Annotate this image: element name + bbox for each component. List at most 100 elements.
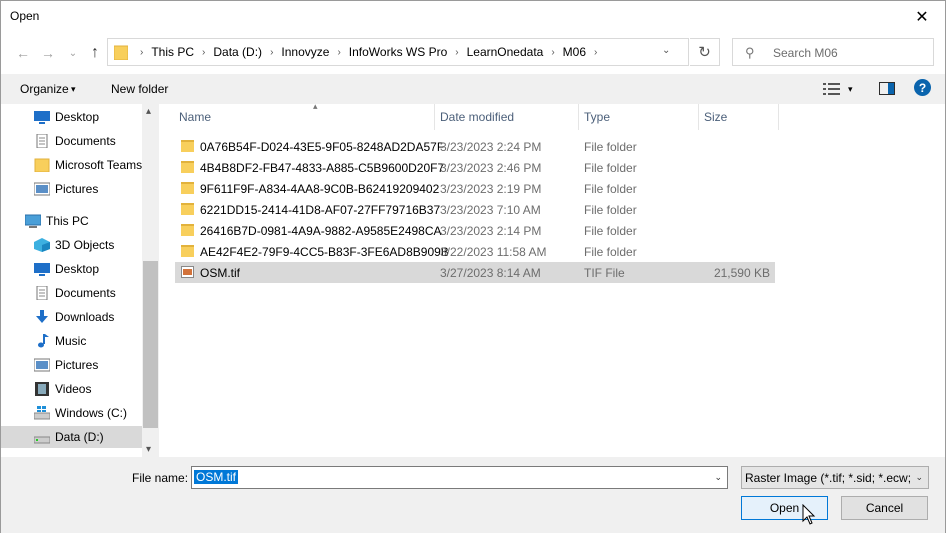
file-row[interactable]: 26416B7D-0981-4A9A-9882-A9585E2498CA 3/2…: [175, 220, 775, 241]
forward-arrow-icon[interactable]: →: [38, 43, 58, 63]
chevron-down-icon[interactable]: ⌄: [714, 472, 722, 483]
command-bar: Organize ▾ New folder ▾ ?: [1, 74, 945, 104]
breadcrumb-learnonedata[interactable]: LearnOnedata: [467, 45, 544, 59]
close-icon[interactable]: ✕: [899, 1, 945, 33]
desktop-icon: [34, 263, 50, 276]
sidebar-item-microsoft-teams[interactable]: Microsoft Teams: [34, 154, 142, 176]
sidebar-item-music[interactable]: Music: [34, 330, 86, 352]
file-row[interactable]: AE42F4E2-79F9-4CC5-B83F-3FE6AD8B909B 3/2…: [175, 241, 775, 262]
column-header-size[interactable]: Size: [699, 104, 779, 130]
chevron-right-icon[interactable]: ›: [551, 47, 554, 58]
breadcrumb-m06[interactable]: M06: [563, 45, 586, 59]
new-folder-button[interactable]: New folder: [111, 82, 168, 96]
caret-down-icon[interactable]: ▾: [71, 84, 76, 95]
search-input[interactable]: ⚲ Search M06: [732, 38, 934, 66]
sidebar-scrollbar[interactable]: ▴ ▾: [142, 104, 159, 457]
sidebar-item-this-pc[interactable]: This PC: [25, 210, 89, 232]
file-size: 21,590 KB: [713, 266, 770, 280]
window-title: Open: [10, 9, 40, 23]
open-dialog: Open ✕ ← → ⌄ ↑ › This PC › Data (D:) › I…: [0, 0, 946, 533]
sidebar-item-documents[interactable]: Documents: [34, 130, 116, 152]
drive-icon: [34, 436, 50, 444]
sidebar-item-data-d[interactable]: Data (D:): [1, 426, 142, 448]
file-name-input[interactable]: OSM.tif ⌄: [191, 466, 728, 489]
column-header-name[interactable]: ▴ Name: [174, 101, 435, 130]
column-header-type[interactable]: Type: [579, 104, 699, 130]
cancel-button[interactable]: Cancel: [841, 496, 928, 520]
image-file-icon: [181, 266, 194, 278]
breadcrumb: › This PC › Data (D:) › Innovyze › InfoW…: [132, 39, 605, 65]
documents-icon: [36, 286, 48, 300]
file-row[interactable]: 9F611F9F-A834-4AA8-9C0B-B62419209402 3/2…: [175, 178, 775, 199]
file-date: 3/23/2023 7:10 AM: [440, 203, 541, 217]
file-type: File folder: [584, 140, 637, 154]
file-date: 3/22/2023 11:58 AM: [440, 245, 547, 259]
file-type-filter-value: Raster Image (*.tif; *.sid; *.ecw;: [745, 471, 912, 485]
recent-locations-icon[interactable]: ⌄: [63, 43, 83, 63]
scrollbar-thumb[interactable]: [143, 261, 158, 428]
breadcrumb-this-pc[interactable]: This PC: [151, 45, 194, 59]
back-arrow-icon[interactable]: ←: [13, 43, 33, 63]
chevron-right-icon[interactable]: ›: [202, 47, 205, 58]
sidebar-item-downloads[interactable]: Downloads: [34, 306, 114, 328]
sidebar-item-pictures[interactable]: Pictures: [34, 178, 98, 200]
breadcrumb-data-d[interactable]: Data (D:): [213, 45, 262, 59]
search-placeholder: Search M06: [773, 46, 838, 60]
file-type: File folder: [584, 203, 637, 217]
file-row-selected[interactable]: OSM.tif 3/27/2023 8:14 AM TIF File 21,59…: [175, 262, 775, 283]
refresh-icon[interactable]: ↻: [690, 38, 720, 66]
sidebar-item-videos[interactable]: Videos: [34, 378, 91, 400]
scroll-down-icon[interactable]: ▾: [146, 444, 151, 455]
sidebar-item-desktop-pc[interactable]: Desktop: [34, 258, 99, 280]
chevron-down-icon[interactable]: ⌄: [915, 472, 923, 483]
file-date: 3/23/2023 2:24 PM: [440, 140, 542, 154]
chevron-right-icon[interactable]: ›: [594, 47, 597, 58]
file-name: AE42F4E2-79F9-4CC5-B83F-3FE6AD8B909B: [200, 245, 449, 259]
address-bar[interactable]: › This PC › Data (D:) › Innovyze › InfoW…: [107, 38, 689, 66]
pictures-icon: [34, 358, 50, 372]
file-row[interactable]: 0A76B54F-D024-43E5-9F05-8248AD2DA57F 3/2…: [175, 136, 775, 157]
file-row[interactable]: 6221DD15-2414-41D8-AF07-27FF79716B37 3/2…: [175, 199, 775, 220]
folder-icon: [181, 224, 194, 236]
chevron-right-icon[interactable]: ›: [140, 47, 143, 58]
download-icon: [36, 310, 48, 323]
desktop-icon: [34, 111, 50, 124]
folder-icon: [181, 140, 194, 152]
sidebar-item-3d-objects[interactable]: 3D Objects: [34, 234, 114, 256]
breadcrumb-infoworks[interactable]: InfoWorks WS Pro: [349, 45, 447, 59]
chevron-right-icon[interactable]: ›: [270, 47, 273, 58]
preview-pane-icon[interactable]: [879, 82, 895, 95]
file-date: 3/23/2023 2:14 PM: [440, 224, 542, 238]
chevron-right-icon[interactable]: ›: [455, 47, 458, 58]
folder-icon: [34, 158, 50, 172]
sidebar-item-documents-pc[interactable]: Documents: [34, 282, 116, 304]
up-arrow-icon[interactable]: ↑: [85, 43, 105, 63]
file-date: 3/27/2023 8:14 AM: [440, 266, 541, 280]
file-date: 3/23/2023 2:19 PM: [440, 182, 542, 196]
scroll-up-icon[interactable]: ▴: [146, 106, 151, 117]
sidebar-item-pictures-pc[interactable]: Pictures: [34, 354, 98, 376]
file-name: OSM.tif: [200, 266, 241, 280]
file-type-filter-select[interactable]: Raster Image (*.tif; *.sid; *.ecw; ⌄: [741, 466, 929, 489]
file-name: 6221DD15-2414-41D8-AF07-27FF79716B37: [200, 203, 441, 217]
folder-icon: [114, 45, 128, 60]
documents-icon: [36, 134, 48, 148]
address-dropdown-icon[interactable]: ⌄: [662, 45, 670, 56]
folder-icon: [181, 161, 194, 173]
sidebar-item-windows-c[interactable]: Windows (C:): [34, 402, 127, 424]
file-type: TIF File: [584, 266, 625, 280]
file-name-value: OSM.tif: [194, 470, 239, 484]
column-header-date[interactable]: Date modified: [435, 104, 579, 130]
music-icon: [38, 334, 49, 348]
title-bar: Open ✕: [1, 1, 945, 33]
breadcrumb-innovyze[interactable]: Innovyze: [281, 45, 329, 59]
file-type: File folder: [584, 224, 637, 238]
view-details-icon[interactable]: [823, 82, 841, 96]
chevron-right-icon[interactable]: ›: [337, 47, 340, 58]
file-row[interactable]: 4B4B8DF2-FB47-4833-A885-C5B9600D20F7 3/2…: [175, 157, 775, 178]
help-icon[interactable]: ?: [914, 79, 931, 96]
organize-button[interactable]: Organize: [20, 82, 69, 96]
caret-down-icon[interactable]: ▾: [848, 84, 853, 95]
sort-ascending-icon: ▴: [313, 101, 318, 111]
sidebar-item-desktop[interactable]: Desktop: [34, 106, 99, 128]
